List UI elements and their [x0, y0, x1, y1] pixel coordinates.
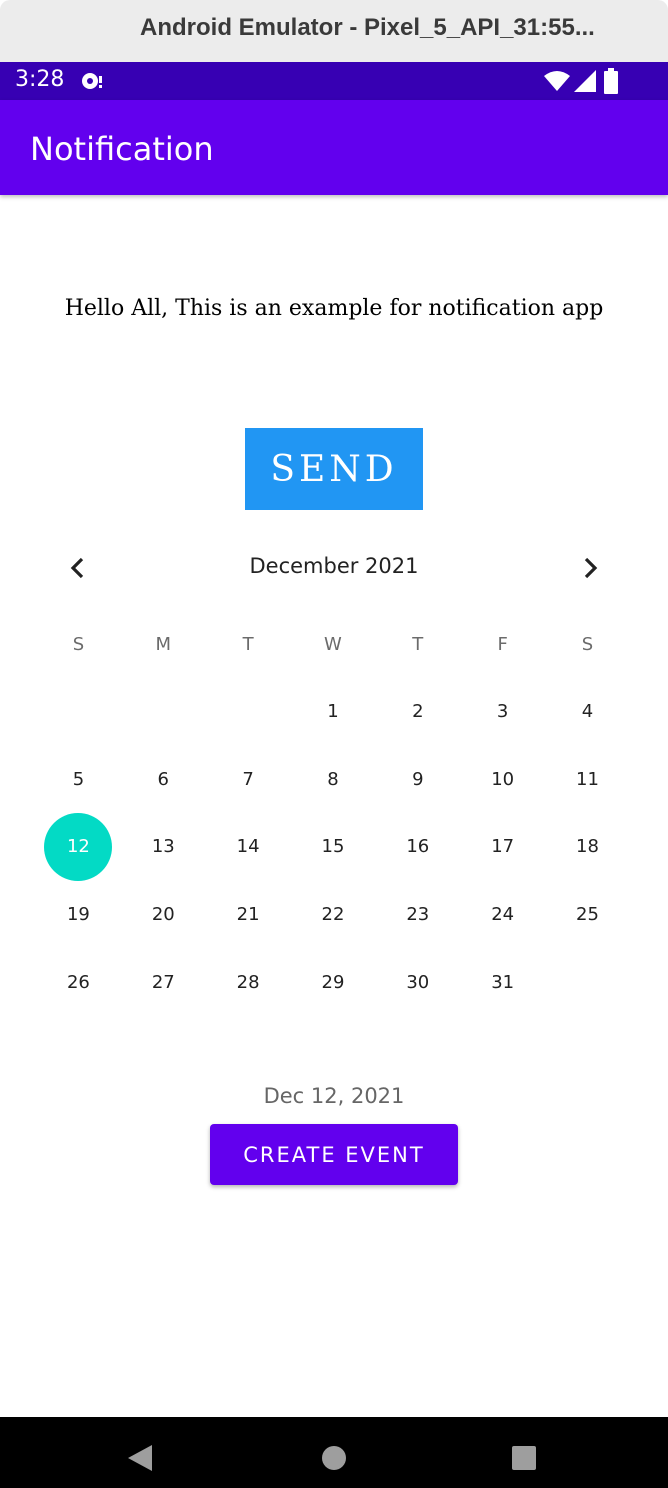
selected-date-text: Dec 12, 2021 — [263, 1084, 405, 1108]
calendar-day-number: 2 — [412, 701, 424, 723]
window-title: Android Emulator - Pixel_5_API_31:55... — [140, 14, 595, 41]
calendar-day[interactable]: 30 — [375, 948, 460, 1016]
calendar-day[interactable]: 14 — [206, 813, 291, 881]
message-text: Hello All, This is an example for notifi… — [64, 296, 604, 321]
calendar-day-number: 17 — [491, 836, 515, 858]
chevron-right-icon[interactable] — [576, 554, 604, 582]
calendar-day-number: 10 — [491, 768, 515, 790]
status-time: 3:28 — [15, 67, 65, 92]
calendar-day-number: 1 — [327, 701, 339, 723]
calendar-day-number: 19 — [66, 904, 90, 926]
weekday-label: W — [324, 633, 342, 655]
status-bar: 3:28 — [0, 62, 668, 100]
calendar-day[interactable]: 7 — [206, 746, 291, 814]
calendar-day-number: 31 — [491, 971, 515, 993]
calendar-day-number: 3 — [496, 701, 509, 723]
calendar-day[interactable]: 9 — [375, 746, 460, 814]
calendar-day[interactable]: 23 — [375, 881, 460, 949]
calendar-day[interactable]: 21 — [206, 881, 291, 949]
calendar-day-number: 16 — [406, 836, 430, 858]
calendar-day-number: 27 — [151, 971, 175, 993]
calendar-day[interactable]: 3 — [460, 678, 545, 746]
notification-icon — [82, 73, 102, 89]
calendar-day-number: 22 — [321, 904, 345, 926]
navigation-bar — [0, 1417, 668, 1488]
weekday-label: T — [242, 633, 254, 655]
calendar-day-number: 15 — [321, 836, 345, 858]
calendar-day-number: 21 — [236, 904, 260, 926]
calendar-day[interactable]: 4 — [545, 678, 630, 746]
calendar-day-number: 7 — [242, 768, 254, 790]
app-title: Notification — [30, 130, 214, 168]
calendar-day[interactable]: 1 — [291, 678, 376, 746]
calendar-day-number: 12 — [44, 812, 113, 881]
weekday-label: S — [581, 633, 594, 655]
calendar-day-number: 9 — [412, 768, 424, 790]
weekday-label: F — [497, 633, 508, 655]
weekday-label: S — [72, 633, 85, 655]
app-bar: Notification — [0, 100, 668, 195]
calendar-day[interactable]: 17 — [460, 813, 545, 881]
calendar-day-number: 26 — [66, 971, 90, 993]
calendar-day[interactable]: 10 — [460, 746, 545, 814]
calendar-day[interactable]: 11 — [545, 746, 630, 814]
calendar-day-number: 8 — [327, 768, 339, 790]
create-event-button[interactable]: CREATE EVENT — [210, 1124, 458, 1185]
calendar-empty-cell — [36, 678, 121, 746]
calendar-day[interactable]: 15 — [291, 813, 376, 881]
calendar-day[interactable]: 25 — [545, 881, 630, 949]
wifi-icon — [544, 71, 570, 91]
emulator-title-bar: Android Emulator - Pixel_5_API_31:55... — [0, 0, 668, 62]
calendar-day-number: 20 — [151, 904, 175, 926]
calendar-day[interactable]: 19 — [36, 881, 121, 949]
calendar-day[interactable]: 5 — [36, 746, 121, 814]
battery-icon — [604, 68, 618, 94]
calendar-day-number: 29 — [321, 971, 345, 993]
calendar-day-number: 30 — [406, 971, 430, 993]
calendar-day-number: 14 — [236, 836, 260, 858]
calendar-header: December 2021 — [0, 548, 668, 588]
calendar-day-number: 24 — [491, 904, 515, 926]
calendar-day[interactable]: 28 — [206, 948, 291, 1016]
calendar-day-number: 11 — [576, 768, 599, 790]
recents-icon[interactable] — [511, 1445, 537, 1471]
calendar-empty-cell — [206, 678, 291, 746]
calendar-empty-cell — [121, 678, 206, 746]
calendar-day[interactable]: 22 — [291, 881, 376, 949]
calendar-day-number: 18 — [576, 836, 599, 858]
calendar-day-number: 6 — [157, 768, 169, 790]
calendar-day[interactable]: 27 — [121, 948, 206, 1016]
send-button[interactable]: SEND — [245, 428, 423, 510]
calendar-day[interactable]: 31 — [460, 948, 545, 1016]
calendar-month-label: December 2021 — [249, 554, 419, 578]
calendar-day[interactable]: 26 — [36, 948, 121, 1016]
calendar-day[interactable]: 16 — [375, 813, 460, 881]
calendar-day-number: 23 — [406, 904, 430, 926]
home-icon[interactable] — [321, 1445, 347, 1471]
calendar-day-number: 5 — [72, 768, 85, 790]
calendar-day-number: 28 — [236, 971, 260, 993]
signal-icon — [574, 70, 596, 92]
calendar-grid: S M T W T F S 1 2 3 4 5 6 7 8 9 10 11 12 13 14 15 16 17 18 19 20 21… — [36, 610, 630, 1016]
calendar-day[interactable]: 24 — [460, 881, 545, 949]
calendar-day-number: 4 — [581, 701, 594, 723]
weekday-label: M — [155, 633, 172, 655]
calendar-day[interactable]: 2 — [375, 678, 460, 746]
calendar-day[interactable]: 29 — [291, 948, 376, 1016]
calendar-day-number: 13 — [151, 836, 175, 858]
calendar-day[interactable]: 13 — [121, 813, 206, 881]
calendar-day[interactable]: 6 — [121, 746, 206, 814]
back-icon[interactable] — [126, 1443, 154, 1473]
calendar-day[interactable]: 20 — [121, 881, 206, 949]
calendar-day-selected[interactable]: 12 — [36, 812, 121, 881]
calendar-day[interactable]: 8 — [291, 746, 376, 814]
calendar-day-number: 25 — [576, 904, 599, 926]
weekday-label: T — [412, 633, 424, 655]
calendar-day[interactable]: 18 — [545, 813, 630, 881]
